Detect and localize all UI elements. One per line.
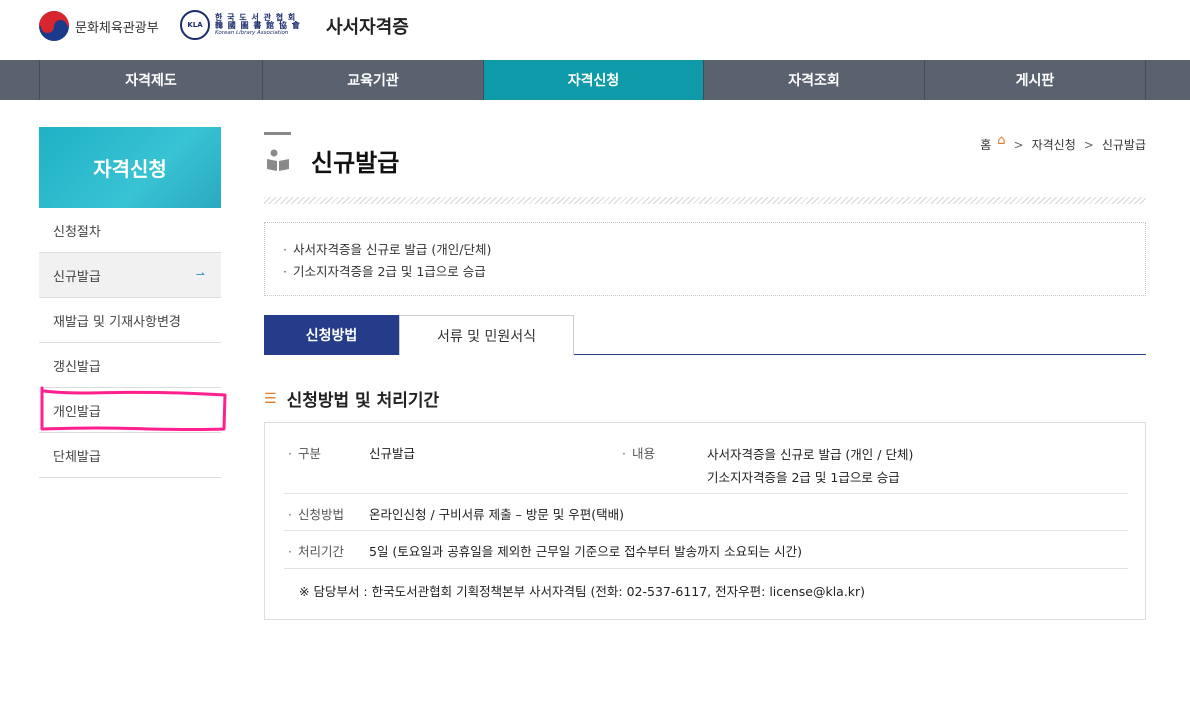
breadcrumb-separator: >	[1083, 137, 1094, 152]
kla-seal-icon: KLA	[180, 10, 210, 40]
info-label: 처리기간	[288, 541, 344, 560]
tab-documents-forms[interactable]: 서류 및 민원서식	[399, 315, 574, 355]
gnb-item-lookup[interactable]: 자격조회	[703, 60, 924, 100]
breadcrumb-level1[interactable]: 자격신청	[1032, 136, 1076, 153]
hatched-divider	[264, 197, 1146, 204]
info-value-content: 사서자격증을 신규로 발급 (개인 / 단체) 기소지자격증을 2급 및 1급으…	[707, 443, 913, 489]
sidebar-item-label: 갱신발급	[53, 359, 101, 375]
sidebar-item-label: 재발급 및 기재사항변경	[53, 314, 181, 330]
contact-note: ※ 담당부서 : 한국도서관협회 기획정책본부 사서자격팀 (전화: 02-53…	[299, 584, 866, 599]
taeguk-icon	[39, 11, 69, 41]
info-row-category: 구분 신규발급 내용 사서자격증을 신규로 발급 (개인 / 단체) 기소지자격…	[284, 433, 1128, 494]
home-icon[interactable]: ⌂	[997, 133, 1005, 148]
info-row-period: 처리기간 5일 (토요일과 공휴일을 제외한 근무일 기준으로 접수부터 발송까…	[284, 531, 1128, 569]
info-label: 구분	[288, 443, 321, 462]
breadcrumb-separator: >	[1013, 137, 1024, 152]
kla-name-english: Korean Library Association	[215, 29, 289, 36]
sidebar-item-label: 신규발급	[53, 269, 101, 285]
breadcrumb-home[interactable]: 홈	[980, 136, 991, 153]
site-header: 문화체육관광부 KLA 한 국 도 서 관 협 회 韓 國 圖 書 館 協 會 …	[0, 0, 1190, 60]
content-line: 사서자격증을 신규로 발급 (개인 / 단체)	[707, 447, 914, 462]
summary-box: 사서자격증을 신규로 발급 (개인/단체) 기소지자격증을 2급 및 1급으로 …	[264, 222, 1146, 296]
gnb-item-system[interactable]: 자격제도	[39, 60, 262, 100]
sidebar-item-label: 개인발급	[53, 404, 101, 420]
kla-logo[interactable]: KLA 한 국 도 서 관 협 회 韓 國 圖 書 館 協 會 Korean L…	[180, 10, 301, 40]
sidebar-item-individual[interactable]: 개인발급	[39, 388, 221, 433]
sidebar-item-procedure[interactable]: 신청절차	[39, 208, 221, 253]
breadcrumb: 홈 ⌂ > 자격신청 > 신규발급	[980, 133, 1146, 153]
sidebar-menu: 신청절차 신규발급 ⇀ 재발급 및 기재사항변경 갱신발급 개인발급 단체발급	[39, 208, 221, 478]
section-title: ☰ 신청방법 및 처리기간	[264, 386, 440, 412]
gnb-item-institutions[interactable]: 교육기관	[262, 60, 483, 100]
info-box: 구분 신규발급 내용 사서자격증을 신규로 발급 (개인 / 단체) 기소지자격…	[264, 422, 1146, 620]
sidebar-item-group[interactable]: 단체발급	[39, 433, 221, 478]
ministry-name: 문화체육관광부	[75, 20, 159, 36]
kla-wordmark: 한 국 도 서 관 협 회 韓 國 圖 書 館 協 會 Korean Libra…	[215, 13, 301, 37]
sidebar-item-label: 신청절차	[53, 224, 101, 240]
tab-application-method[interactable]: 신청방법	[264, 315, 399, 355]
ministry-logo[interactable]: 문화체육관광부	[39, 11, 159, 41]
page-title: 신규발급	[311, 149, 400, 177]
section-title-text: 신청방법 및 처리기간	[286, 391, 440, 411]
breadcrumb-current: 신규발급	[1101, 138, 1146, 152]
info-label: 신청방법	[288, 504, 344, 523]
list-icon: ☰	[264, 390, 277, 407]
info-value: 온라인신청 / 구비서류 제출 – 방문 및 우편(택배)	[369, 507, 625, 522]
content-tabs: 신청방법 서류 및 민원서식	[264, 315, 1146, 355]
content-line: 기소지자격증을 2급 및 1급으로 승급	[707, 470, 900, 485]
info-value: 5일 (토요일과 공휴일을 제외한 근무일 기준으로 접수부터 발송까지 소요되…	[369, 544, 802, 559]
info-value: 신규발급	[369, 446, 416, 461]
sidebar-item-label: 단체발급	[53, 449, 101, 465]
site-title[interactable]: 사서자격증	[326, 13, 409, 39]
summary-item: 사서자격증을 신규로 발급 (개인/단체)	[283, 239, 1145, 261]
info-row-method: 신청방법 온라인신청 / 구비서류 제출 – 방문 및 우편(택배)	[284, 494, 1128, 531]
info-label: 내용	[622, 443, 655, 462]
summary-item: 기소지자격증을 2급 및 1급으로 승급	[283, 261, 1145, 283]
sidebar-item-reissue[interactable]: 재발급 및 기재사항변경	[39, 298, 221, 343]
sidebar-title: 자격신청	[39, 127, 221, 208]
sidebar-item-new-issue[interactable]: 신규발급 ⇀	[39, 253, 221, 298]
title-accent-bar	[264, 132, 291, 135]
arrow-right-icon: ⇀	[195, 268, 205, 281]
reading-person-icon	[265, 149, 291, 176]
gnb-item-board[interactable]: 게시판	[924, 60, 1145, 100]
main-navigation: 자격제도 교육기관 자격신청 자격조회 게시판	[0, 60, 1190, 100]
sidebar-item-renewal[interactable]: 갱신발급	[39, 343, 221, 388]
gnb-item-application[interactable]: 자격신청	[483, 60, 703, 100]
